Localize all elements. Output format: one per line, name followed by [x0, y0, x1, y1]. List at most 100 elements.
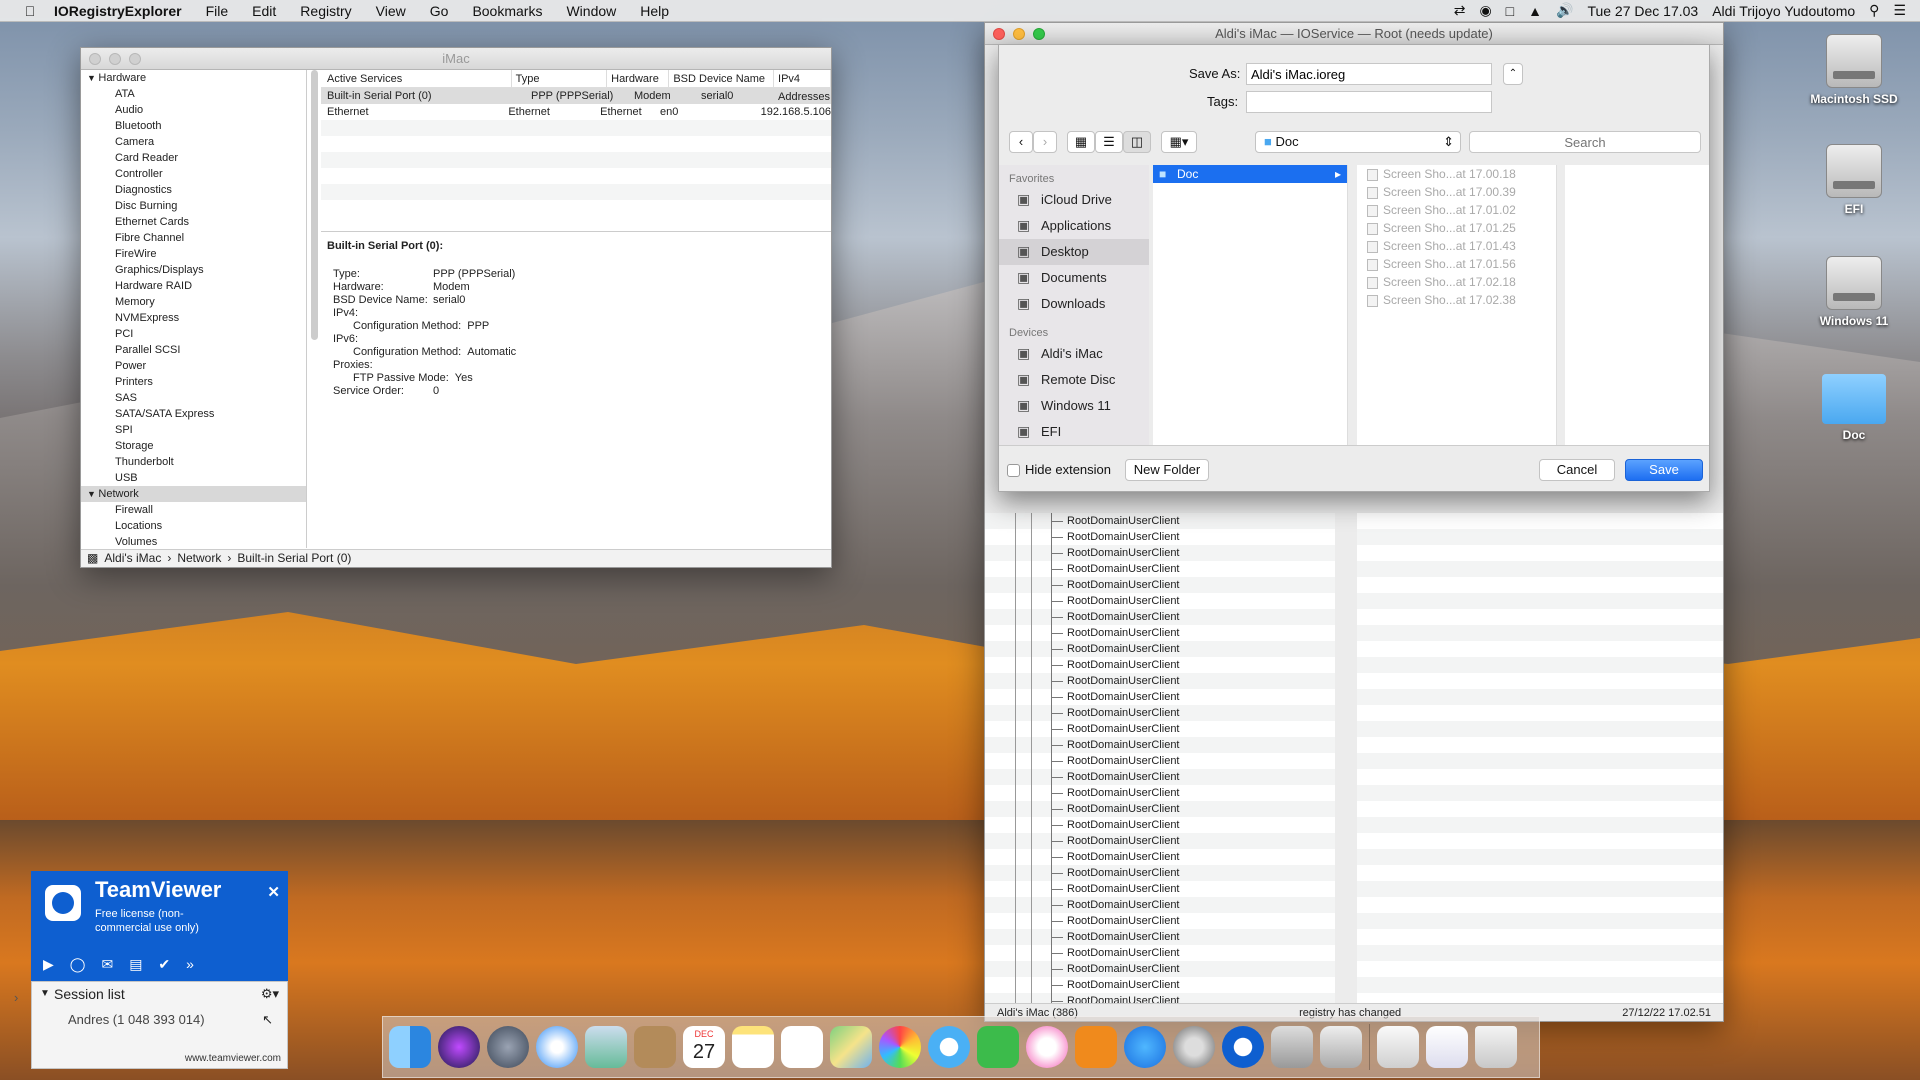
app-menu[interactable]: IORegistryExplorer	[40, 3, 194, 19]
path-item[interactable]: Aldi's iMac	[104, 550, 161, 567]
sidebar-item[interactable]: Graphics/Displays	[81, 262, 306, 278]
sidebar-item[interactable]: Bluetooth	[81, 118, 306, 134]
sidebar-item[interactable]: ▣ Documents	[999, 265, 1149, 291]
sidebar-item[interactable]: Parallel SCSI	[81, 342, 306, 358]
file-row[interactable]: Screen Sho...at 17.01.25	[1357, 219, 1556, 237]
sidebar-item[interactable]: Power	[81, 358, 306, 374]
airplay-icon[interactable]: ▲	[1528, 3, 1542, 19]
sidebar-item[interactable]: ▣ Downloads	[999, 291, 1149, 317]
sidebar-category[interactable]: ▼ Network	[81, 486, 306, 502]
sidebar-item[interactable]: Hardware RAID	[81, 278, 306, 294]
sidebar-item[interactable]: ▣ EFI	[999, 419, 1149, 445]
script-editor-icon[interactable]	[1320, 1026, 1362, 1068]
sidebar-item[interactable]: FireWire	[81, 246, 306, 262]
tree-node[interactable]: RootDomainUserClient	[985, 593, 1335, 609]
table-row[interactable]: Ethernet Ethernet Ethernet en0 192.168.5.106	[321, 104, 831, 120]
activity-monitor-icon[interactable]: □	[1506, 3, 1514, 19]
tree-node[interactable]: RootDomainUserClient	[985, 529, 1335, 545]
tree-node[interactable]: RootDomainUserClient	[985, 897, 1335, 913]
tree-node[interactable]: RootDomainUserClient	[985, 545, 1335, 561]
cancel-button[interactable]: Cancel	[1539, 459, 1615, 481]
menu-help[interactable]: Help	[628, 3, 681, 19]
close-button[interactable]	[89, 53, 101, 65]
search-field[interactable]	[1469, 131, 1701, 153]
sidebar-item[interactable]: Controller	[81, 166, 306, 182]
sidebar-item[interactable]: ATA	[81, 86, 306, 102]
screenshot-stack-icon[interactable]	[1426, 1026, 1468, 1068]
file-row[interactable]: Screen Sho...at 17.01.43	[1357, 237, 1556, 255]
sidebar-item[interactable]: Ethernet Cards	[81, 214, 306, 230]
save-button[interactable]: Save	[1625, 459, 1703, 481]
siri-icon[interactable]	[438, 1026, 480, 1068]
teamviewer-status-icon[interactable]: ⇄	[1454, 2, 1466, 19]
sidebar-item[interactable]: SATA/SATA Express	[81, 406, 306, 422]
file-row[interactable]: Screen Sho...at 17.01.56	[1357, 255, 1556, 273]
apple-icon[interactable]: 	[20, 3, 40, 19]
tree-node[interactable]: RootDomainUserClient	[985, 849, 1335, 865]
table-row[interactable]: Built-in Serial Port (0) PPP (PPPSerial) M…	[321, 88, 831, 104]
disclosure-triangle-icon[interactable]: ▼	[40, 988, 50, 999]
sidebar-item[interactable]: ▣ Applications	[999, 213, 1149, 239]
file-row[interactable]: Screen Sho...at 17.02.18	[1357, 273, 1556, 291]
user-name[interactable]: Aldi Trijoyo Yudoutomo	[1712, 3, 1855, 19]
sidebar-item[interactable]: Diagnostics	[81, 182, 306, 198]
tree-node[interactable]: RootDomainUserClient	[985, 625, 1335, 641]
eye-icon[interactable]: ◉	[1479, 2, 1491, 19]
disclosure-triangle-icon[interactable]: ▼	[87, 489, 98, 499]
tree-node[interactable]: RootDomainUserClient	[985, 737, 1335, 753]
group-button[interactable]: ▦▾	[1161, 131, 1197, 153]
safari-icon[interactable]	[536, 1026, 578, 1068]
menu-window[interactable]: Window	[554, 3, 628, 19]
tree-node[interactable]: RootDomainUserClient	[985, 929, 1335, 945]
photos-icon[interactable]	[879, 1026, 921, 1068]
expand-icon[interactable]: ›	[14, 990, 18, 1005]
sidebar-item[interactable]: ▣ Windows 11	[999, 393, 1149, 419]
itunes-icon[interactable]	[1026, 1026, 1068, 1068]
tools-icon[interactable]: ✔	[158, 956, 170, 973]
sidebar-item[interactable]: Locations	[81, 518, 306, 534]
downloads-stack-icon[interactable]	[1377, 1026, 1419, 1068]
headset-icon[interactable]: ◯	[70, 956, 86, 973]
session-list-label[interactable]: Session list	[54, 986, 125, 1002]
sidebar-item[interactable]: Card Reader	[81, 150, 306, 166]
folder-row-doc[interactable]: ■ Doc ▸	[1153, 165, 1347, 183]
launchpad-icon[interactable]	[487, 1026, 529, 1068]
sidebar-scrollbar[interactable]	[311, 70, 318, 340]
messages-icon[interactable]	[928, 1026, 970, 1068]
volume-icon[interactable]: 🔊	[1556, 2, 1573, 19]
tree-node[interactable]: RootDomainUserClient	[985, 881, 1335, 897]
ibooks-icon[interactable]	[1075, 1026, 1117, 1068]
column-view-button[interactable]: ◫	[1123, 131, 1151, 153]
sidebar-item[interactable]: Volumes	[81, 534, 306, 548]
system-preferences-icon[interactable]	[1173, 1026, 1215, 1068]
sidebar-item[interactable]: ▣ iCloud Drive	[999, 187, 1149, 213]
sidebar-category[interactable]: ▼ Hardware	[81, 70, 306, 86]
sidebar-item[interactable]: Storage	[81, 438, 306, 454]
file-row[interactable]: Screen Sho...at 17.02.38	[1357, 291, 1556, 309]
forward-button[interactable]: ›	[1033, 131, 1057, 153]
tree-node[interactable]: RootDomainUserClient	[985, 753, 1335, 769]
sidebar-item[interactable]: Firewall	[81, 502, 306, 518]
column-ipv4[interactable]: IPv4 Addresses	[774, 70, 831, 103]
sidebar-item[interactable]: Audio	[81, 102, 306, 118]
sidebar-item[interactable]: Memory	[81, 294, 306, 310]
sidebar-item[interactable]: Disc Burning	[81, 198, 306, 214]
tree-node[interactable]: RootDomainUserClient	[985, 657, 1335, 673]
teamviewer-link[interactable]: www.teamviewer.com	[185, 1053, 281, 1064]
path-item[interactable]: Built-in Serial Port (0)	[237, 550, 351, 567]
tree-node[interactable]: RootDomainUserClient	[985, 561, 1335, 577]
zoom-button[interactable]	[1033, 28, 1045, 40]
sidebar-item[interactable]: SAS	[81, 390, 306, 406]
desktop-icon-windows-11[interactable]: Windows 11	[1804, 256, 1904, 328]
notification-center-icon[interactable]: ☰	[1893, 2, 1906, 19]
contacts-icon[interactable]	[634, 1026, 676, 1068]
sidebar-item[interactable]: PCI	[81, 326, 306, 342]
column-active-services[interactable]: Active Services	[321, 70, 512, 87]
file-row[interactable]: Screen Sho...at 17.00.18	[1357, 165, 1556, 183]
tree-node[interactable]: RootDomainUserClient	[985, 641, 1335, 657]
menu-file[interactable]: File	[194, 3, 241, 19]
save-as-field[interactable]	[1246, 63, 1492, 85]
tree-node[interactable]: RootDomainUserClient	[985, 801, 1335, 817]
tree-node[interactable]: RootDomainUserClient	[985, 817, 1335, 833]
tree-node[interactable]: RootDomainUserClient	[985, 945, 1335, 961]
